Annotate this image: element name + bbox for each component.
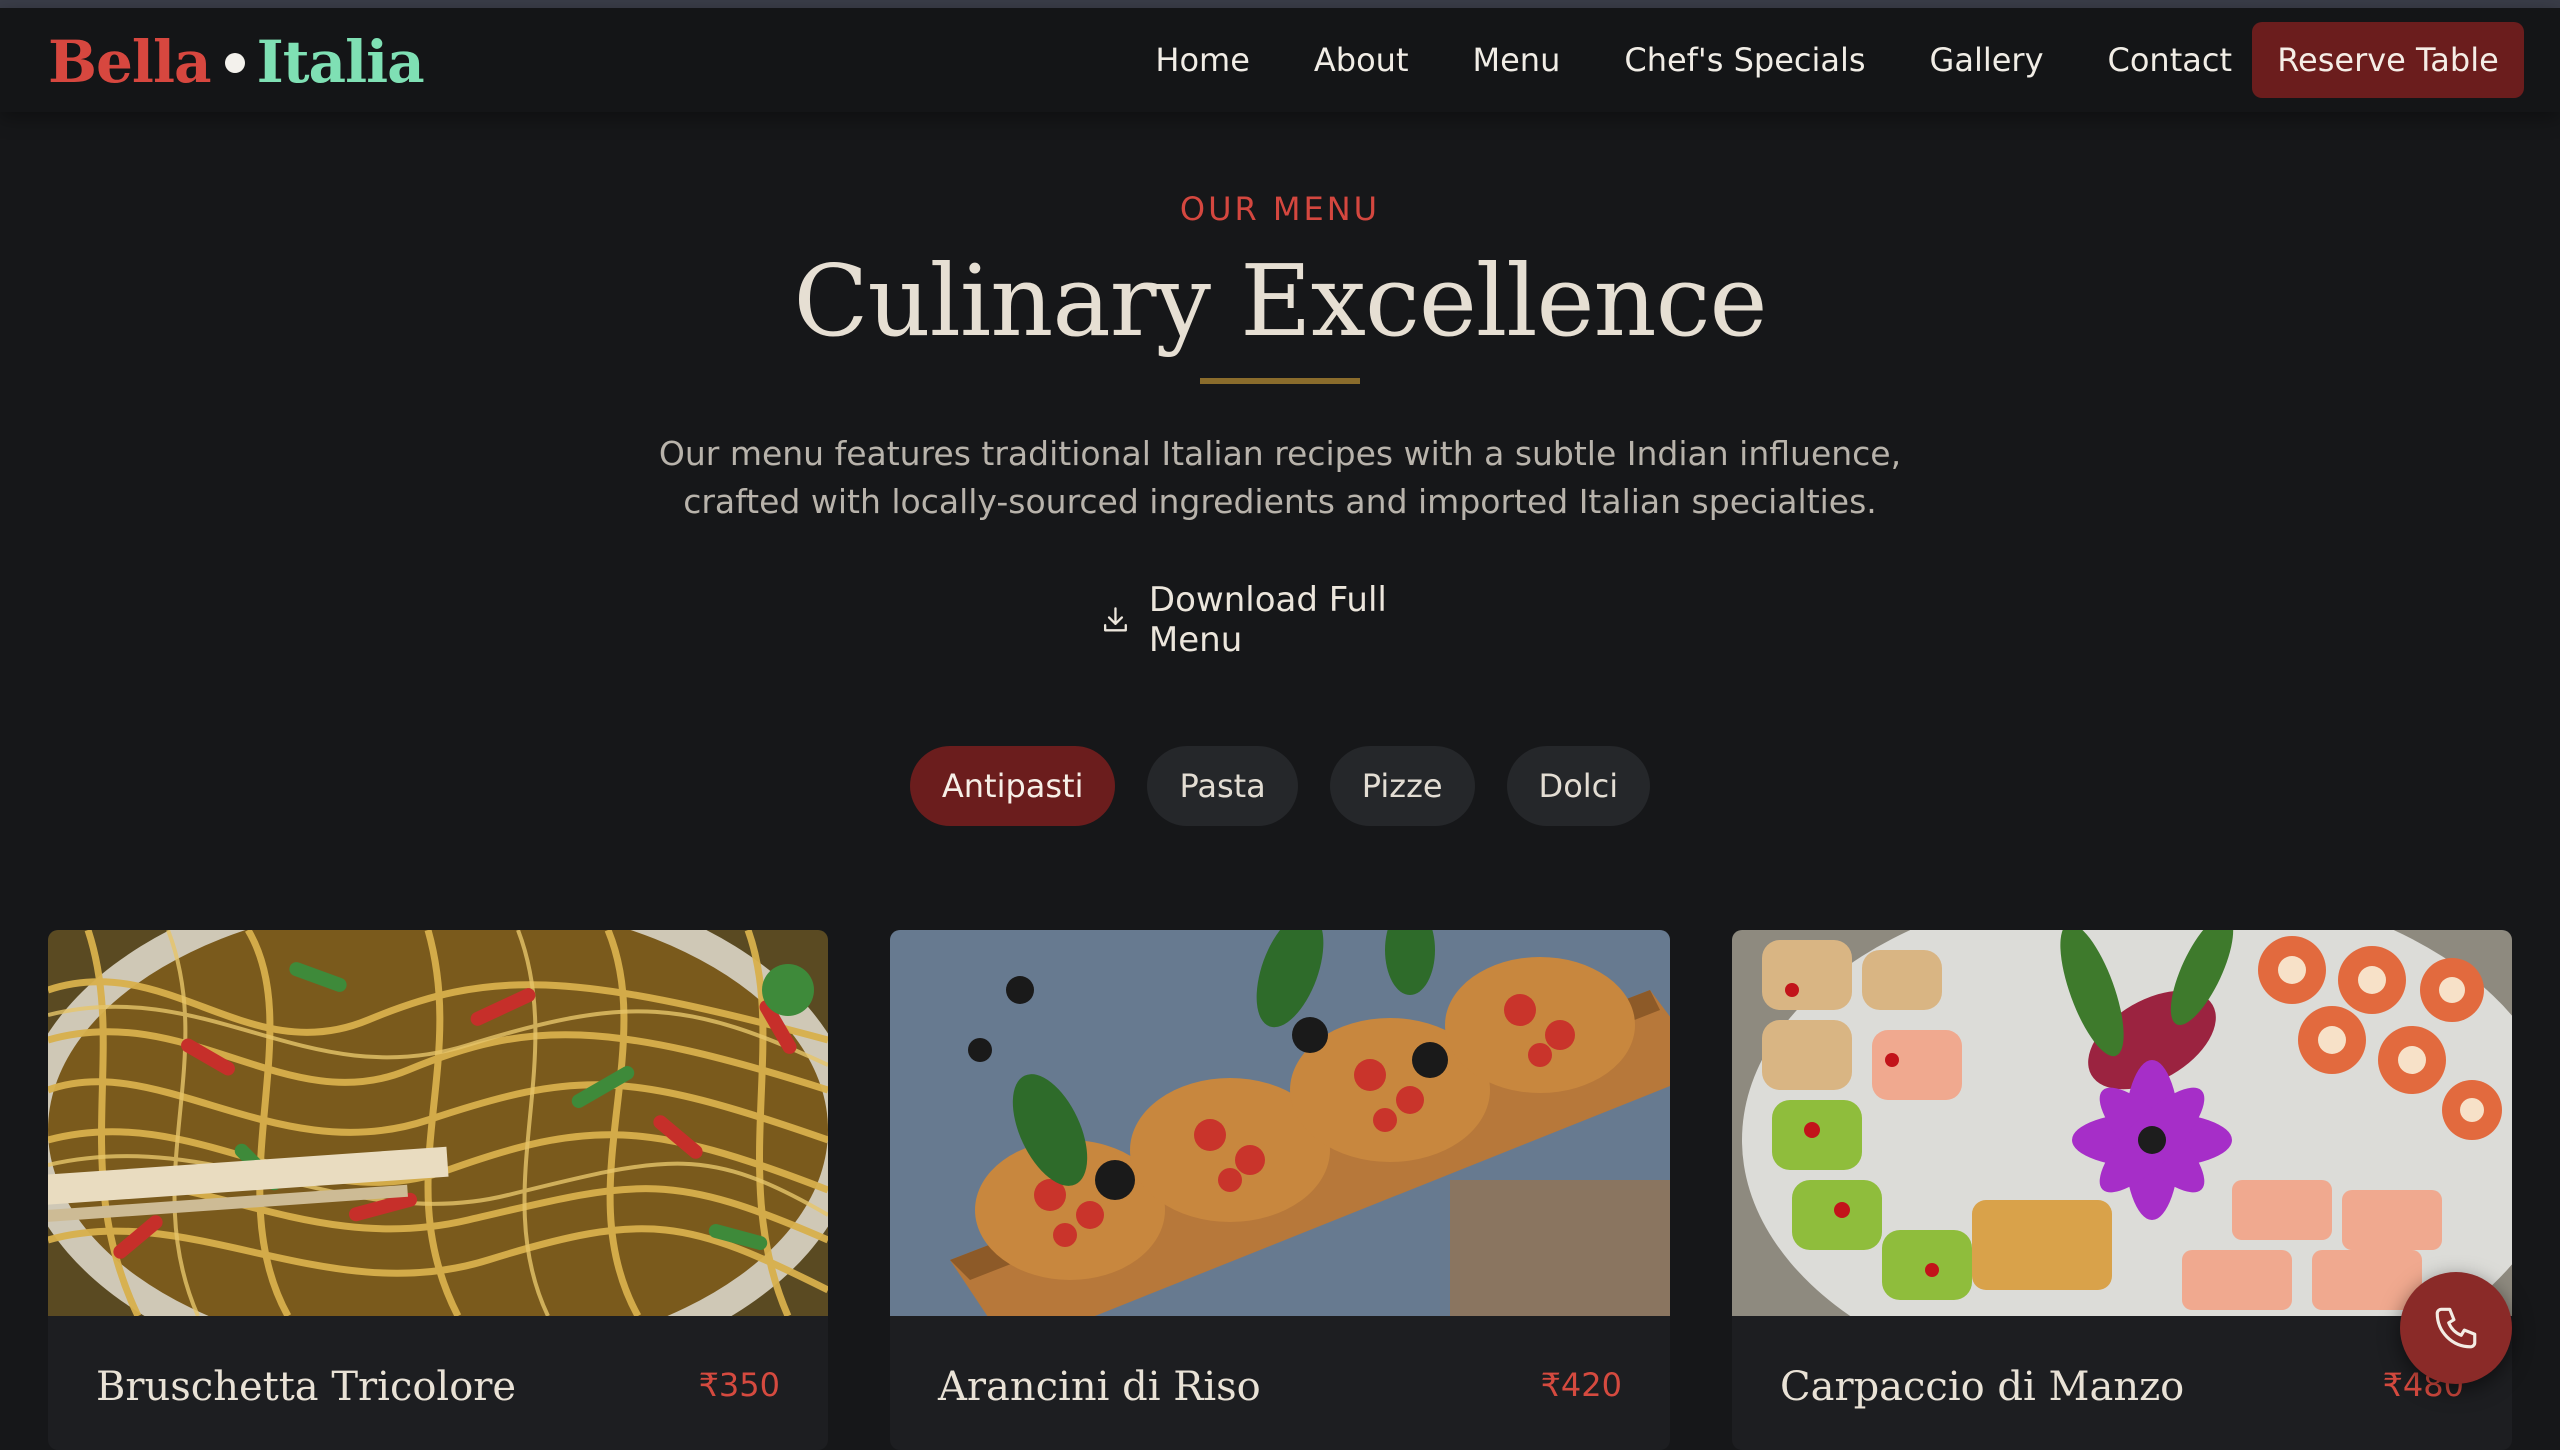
nav-link-chefs-specials[interactable]: Chef's Specials xyxy=(1624,41,1865,79)
nav-link-contact[interactable]: Contact xyxy=(2108,41,2233,79)
tab-dolci[interactable]: Dolci xyxy=(1506,746,1651,826)
window-top-strip xyxy=(0,0,2560,8)
dish-photo-noodles xyxy=(48,930,828,1390)
download-menu-button[interactable]: Download Full Menu xyxy=(1100,580,1460,660)
tab-pasta[interactable]: Pasta xyxy=(1147,746,1298,826)
brand-word-italia: Italia xyxy=(256,28,425,96)
dish-title: Bruschetta Tricolore xyxy=(96,1364,517,1410)
nav-link-about[interactable]: About xyxy=(1314,41,1409,79)
dish-photo-platter xyxy=(1732,930,2512,1400)
nav-link-menu[interactable]: Menu xyxy=(1472,41,1560,79)
nav-links: Home About Menu Chef's Specials Gallery … xyxy=(1155,8,2232,112)
phone-icon xyxy=(2435,1307,2477,1349)
dish-title: Arancini di Riso xyxy=(938,1364,1261,1410)
section-eyebrow: OUR MENU xyxy=(1179,190,1381,228)
dish-price: ₹350 xyxy=(698,1366,780,1404)
dish-title: Carpaccio di Manzo xyxy=(1780,1364,2185,1410)
nav-link-gallery[interactable]: Gallery xyxy=(1930,41,2044,79)
brand-word-bella: Bella xyxy=(48,28,212,96)
call-button[interactable] xyxy=(2400,1272,2512,1384)
section-intro: Our menu features traditional Italian re… xyxy=(658,434,1902,521)
download-menu-label: Download Full Menu xyxy=(1148,580,1387,660)
title-divider xyxy=(1200,378,1360,384)
dish-photo-bruschetta xyxy=(890,930,1670,1350)
menu-card[interactable]: Carpaccio di Manzo ₹480 xyxy=(1732,930,2512,1450)
menu-card[interactable]: Bruschetta Tricolore ₹350 xyxy=(48,930,828,1450)
tab-pizze[interactable]: Pizze xyxy=(1329,746,1475,826)
nav-link-home[interactable]: Home xyxy=(1155,41,1250,79)
reserve-table-button[interactable]: Reserve Table xyxy=(2252,22,2524,98)
section-title: Culinary Excellence xyxy=(793,245,1767,359)
navbar: Bella Italia Home About Menu Chef's Speci… xyxy=(0,8,2560,112)
brand-dot-icon xyxy=(224,53,245,73)
tab-antipasti[interactable]: Antipasti xyxy=(909,746,1116,826)
download-icon xyxy=(1103,607,1127,632)
menu-card[interactable]: Arancini di Riso ₹420 xyxy=(890,930,1670,1450)
menu-category-tabs: Antipasti Pasta Pizze Dolci xyxy=(0,746,2560,826)
brand-logo[interactable]: Bella Italia xyxy=(48,22,425,102)
dish-price: ₹420 xyxy=(1540,1366,1622,1404)
